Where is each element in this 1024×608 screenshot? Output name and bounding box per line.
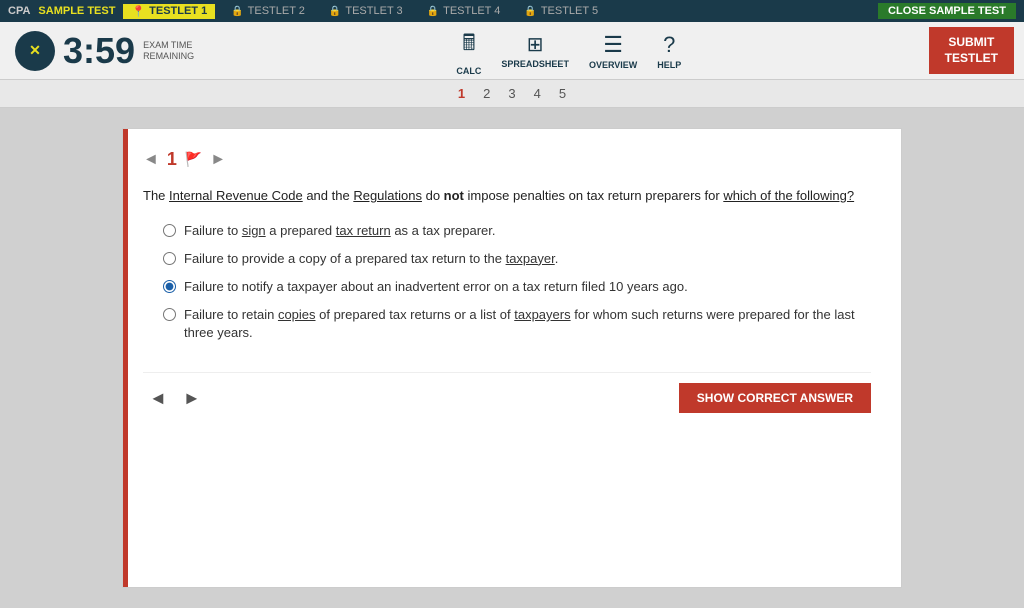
option-a: Failure to sign a prepared tax return as… <box>163 222 871 240</box>
testlet-2[interactable]: 🔒 TESTLET 2 <box>223 4 313 18</box>
help-label: HELP <box>657 60 681 70</box>
footer-next-button[interactable]: ► <box>177 386 207 411</box>
option-c: Failure to notify a taxpayer about an in… <box>163 278 871 296</box>
timer-display: 3:59 <box>63 30 135 72</box>
lock-icon-3: 🔒 <box>329 6 341 17</box>
timer-label-block: EXAM TIME REMAINING <box>143 40 194 62</box>
option-d: Failure to retain copies of prepared tax… <box>163 306 871 342</box>
question-nav-bar: 1 2 3 4 5 <box>0 80 1024 108</box>
timer-label-2: REMAINING <box>143 51 194 62</box>
question-text: The Internal Revenue Code and the Regula… <box>143 186 871 206</box>
overview-tool[interactable]: ☰ OVERVIEW <box>589 32 637 70</box>
question-nav-3[interactable]: 3 <box>503 84 520 103</box>
cpa-label: CPA <box>8 5 30 17</box>
option-b-radio[interactable] <box>163 252 176 265</box>
irc-link: Internal Revenue Code <box>169 188 303 203</box>
answer-options: Failure to sign a prepared tax return as… <box>163 222 871 343</box>
question-number: 1 <box>167 149 177 170</box>
option-d-text: Failure to retain copies of prepared tax… <box>184 306 871 342</box>
card-left-border <box>123 129 128 587</box>
question-nav-4[interactable]: 4 <box>529 84 546 103</box>
close-sample-button[interactable]: CLOSE SAMPLE TEST <box>878 3 1016 19</box>
calc-icon: 🖩 <box>462 26 475 64</box>
question-card: ◄ 1 🚩 ► The Internal Revenue Code and th… <box>122 128 902 588</box>
spreadsheet-icon: ⊞ <box>527 32 544 57</box>
card-footer: ◄ ► SHOW CORRECT ANSWER <box>143 372 871 413</box>
question-nav-1[interactable]: 1 <box>453 84 470 103</box>
lock-icon-2: 🔒 <box>231 6 243 17</box>
calc-tool[interactable]: 🖩 CALC <box>456 26 481 76</box>
option-d-radio[interactable] <box>163 308 176 321</box>
which-link: which of the following? <box>723 188 854 203</box>
timer-section: ✕ 3:59 EXAM TIME REMAINING <box>0 30 209 72</box>
lock-icon-5: 🔒 <box>524 6 536 17</box>
testlet-5-label: TESTLET 5 <box>541 5 598 17</box>
timer-label-1: EXAM TIME <box>143 40 194 51</box>
spreadsheet-label: SPREADSHEET <box>501 59 569 69</box>
testlet-3-label: TESTLET 3 <box>345 5 402 17</box>
testlet-1-label: TESTLET 1 <box>149 5 207 17</box>
option-b-text: Failure to provide a copy of a prepared … <box>184 250 558 268</box>
lock-icon-4: 🔒 <box>427 6 439 17</box>
option-a-radio[interactable] <box>163 224 176 237</box>
spreadsheet-tool[interactable]: ⊞ SPREADSHEET <box>501 32 569 69</box>
testlet-2-label: TESTLET 2 <box>248 5 305 17</box>
option-c-text: Failure to notify a taxpayer about an in… <box>184 278 688 296</box>
regulations-link: Regulations <box>353 188 422 203</box>
sample-test-label: SAMPLE TEST <box>38 5 115 17</box>
testlet-5[interactable]: 🔒 TESTLET 5 <box>516 4 606 18</box>
question-nav-2[interactable]: 2 <box>478 84 495 103</box>
question-next-arrow[interactable]: ► <box>210 151 226 169</box>
option-c-radio[interactable] <box>163 280 176 293</box>
footer-navigation: ◄ ► <box>143 386 207 411</box>
testlet-4-label: TESTLET 4 <box>443 5 500 17</box>
timer-time: 3:59 <box>63 30 135 72</box>
overview-label: OVERVIEW <box>589 60 637 70</box>
calc-label: CALC <box>456 66 481 76</box>
submit-testlet-button[interactable]: SUBMITTESTLET <box>929 27 1014 74</box>
main-content: ◄ 1 🚩 ► The Internal Revenue Code and th… <box>0 108 1024 608</box>
top-bar-left: CPA SAMPLE TEST 📍 TESTLET 1 🔒 TESTLET 2 … <box>8 4 606 19</box>
option-a-text: Failure to sign a prepared tax return as… <box>184 222 495 240</box>
show-correct-answer-button[interactable]: SHOW CORRECT ANSWER <box>679 383 871 413</box>
overview-icon: ☰ <box>603 32 623 58</box>
flag-icon[interactable]: 🚩 <box>185 151 202 168</box>
option-b: Failure to provide a copy of a prepared … <box>163 250 871 268</box>
question-header: ◄ 1 🚩 ► <box>143 149 871 170</box>
top-bar: CPA SAMPLE TEST 📍 TESTLET 1 🔒 TESTLET 2 … <box>0 0 1024 22</box>
testlet-3[interactable]: 🔒 TESTLET 3 <box>321 4 411 18</box>
help-icon: ? <box>663 32 675 58</box>
map-pin-icon: 📍 <box>131 5 145 18</box>
testlet-4[interactable]: 🔒 TESTLET 4 <box>419 4 509 18</box>
question-nav-5[interactable]: 5 <box>554 84 571 103</box>
testlet-1-active[interactable]: 📍 TESTLET 1 <box>123 4 215 19</box>
help-tool[interactable]: ? HELP <box>657 32 681 70</box>
second-bar: ✕ 3:59 EXAM TIME REMAINING 🖩 CALC ⊞ SPRE… <box>0 22 1024 80</box>
question-prev-arrow[interactable]: ◄ <box>143 151 159 169</box>
footer-prev-button[interactable]: ◄ <box>143 386 173 411</box>
logo-text: ✕ <box>29 42 41 59</box>
timer-logo: ✕ <box>15 31 55 71</box>
tools-section: 🖩 CALC ⊞ SPREADSHEET ☰ OVERVIEW ? HELP <box>209 26 929 76</box>
